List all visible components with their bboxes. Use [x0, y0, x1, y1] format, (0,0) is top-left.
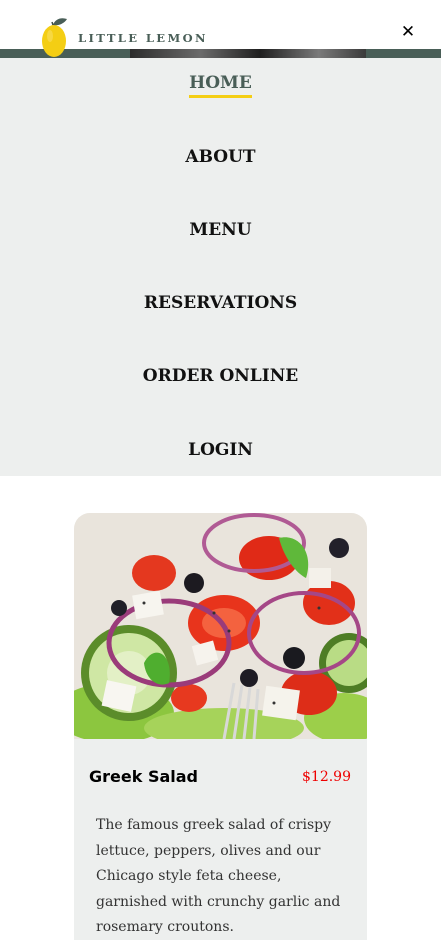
greek-salad-image [74, 513, 367, 739]
nav-item-menu[interactable]: MENU [0, 220, 441, 240]
logo-text: LITTLE LEMON [78, 31, 208, 45]
nav-item-label: HOME [189, 73, 252, 98]
special-description: The famous greek salad of crispy lettuce… [96, 817, 341, 935]
special-card: Greek Salad $12.99 The famous greek sala… [74, 513, 367, 940]
nav-item-label: RESERVATIONS [143, 293, 298, 313]
lemon-icon [42, 18, 67, 57]
special-price: $12.99 [302, 769, 351, 785]
nav-item-reservations[interactable]: RESERVATIONS [0, 293, 441, 313]
nav-item-label: MENU [189, 220, 252, 240]
nav-item-label: ORDER ONLINE [142, 366, 299, 386]
nav-item-label: LOGIN [188, 440, 253, 460]
close-icon: ✕ [400, 22, 416, 42]
nav-item-label: ABOUT [185, 147, 256, 167]
logo[interactable]: LITTLE LEMON [40, 14, 208, 58]
close-menu-button[interactable]: ✕ [396, 20, 420, 44]
nav-item-home[interactable]: HOME [0, 73, 441, 98]
page: LITTLE LEMON ✕ HOME ABOUT MENU RESERVATI… [0, 0, 441, 940]
nav-item-about[interactable]: ABOUT [0, 147, 441, 167]
nav-item-login[interactable]: LOGIN [0, 440, 441, 460]
site-header: LITTLE LEMON ✕ [0, 0, 441, 58]
nav-item-order-online[interactable]: ORDER ONLINE [0, 366, 441, 386]
nav-menu: HOME ABOUT MENU RESERVATIONS ORDER ONLIN… [0, 58, 441, 476]
special-title: Greek Salad [89, 767, 198, 786]
